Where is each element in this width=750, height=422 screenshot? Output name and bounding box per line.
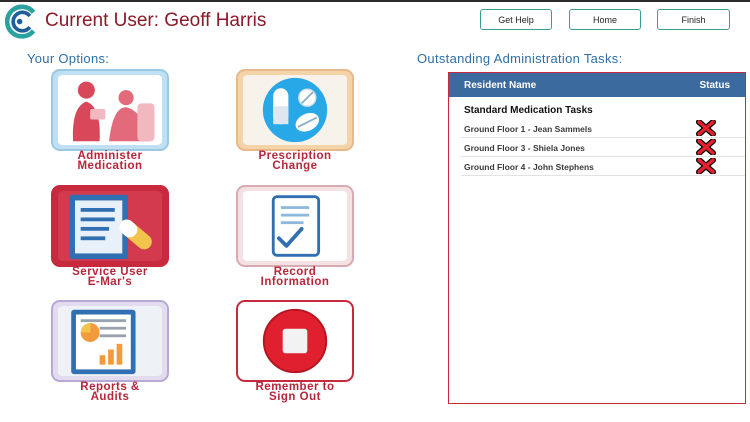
column-resident-name: Resident Name (464, 80, 537, 91)
task-row[interactable]: Ground Floor 1 - Jean Sammels (461, 119, 745, 138)
get-help-button[interactable]: Get Help (480, 9, 552, 30)
sign-out-label[interactable]: Remember to Sign Out (220, 381, 370, 403)
pills-icon (242, 75, 348, 145)
report-chart-icon (57, 306, 163, 376)
red-cross-icon (695, 157, 717, 175)
record-information-tile[interactable] (236, 185, 354, 267)
finish-button[interactable]: Finish (657, 9, 730, 30)
top-bar: Current User: Geoff Harris Get Help Home… (0, 2, 750, 39)
resident-name: Ground Floor 3 - Shiela Jones (464, 143, 585, 153)
app-logo (3, 4, 40, 39)
service-user-emar-tile[interactable] (51, 185, 169, 267)
nurse-patient-icon (57, 75, 163, 145)
red-cross-icon (695, 138, 717, 156)
stop-icon (242, 306, 348, 376)
home-button[interactable]: Home (569, 9, 641, 30)
tasks-heading: Outstanding Administration Tasks: (417, 51, 623, 66)
current-user-title: Current User: Geoff Harris (45, 10, 267, 31)
service-user-emar-label[interactable]: Service User E-Mar's (35, 266, 185, 288)
clipboard-check-icon (242, 191, 348, 261)
tasks-table-header: Resident Name Status (449, 73, 745, 97)
reports-audits-label[interactable]: Reports & Audits (35, 381, 185, 403)
options-heading: Your Options: (27, 51, 110, 66)
reports-audits-tile[interactable] (51, 300, 169, 382)
prescription-change-label[interactable]: Prescription Change (220, 150, 370, 172)
administer-medication-label[interactable]: Administer Medication (35, 150, 185, 172)
prescription-change-tile[interactable] (236, 69, 354, 151)
emar-document-icon (57, 191, 163, 261)
red-cross-icon (695, 119, 717, 137)
sign-out-tile[interactable] (236, 300, 354, 382)
column-status: Status (699, 80, 730, 91)
resident-name: Ground Floor 4 - John Stephens (464, 162, 594, 172)
administer-medication-tile[interactable] (51, 69, 169, 151)
resident-name: Ground Floor 1 - Jean Sammels (464, 124, 593, 134)
task-group-title: Standard Medication Tasks (464, 105, 593, 116)
task-row[interactable]: Ground Floor 4 - John Stephens (461, 157, 745, 176)
record-information-label[interactable]: Record Information (220, 266, 370, 288)
outstanding-tasks-panel: Resident Name Status Standard Medication… (448, 72, 746, 404)
task-row[interactable]: Ground Floor 3 - Shiela Jones (461, 138, 745, 157)
